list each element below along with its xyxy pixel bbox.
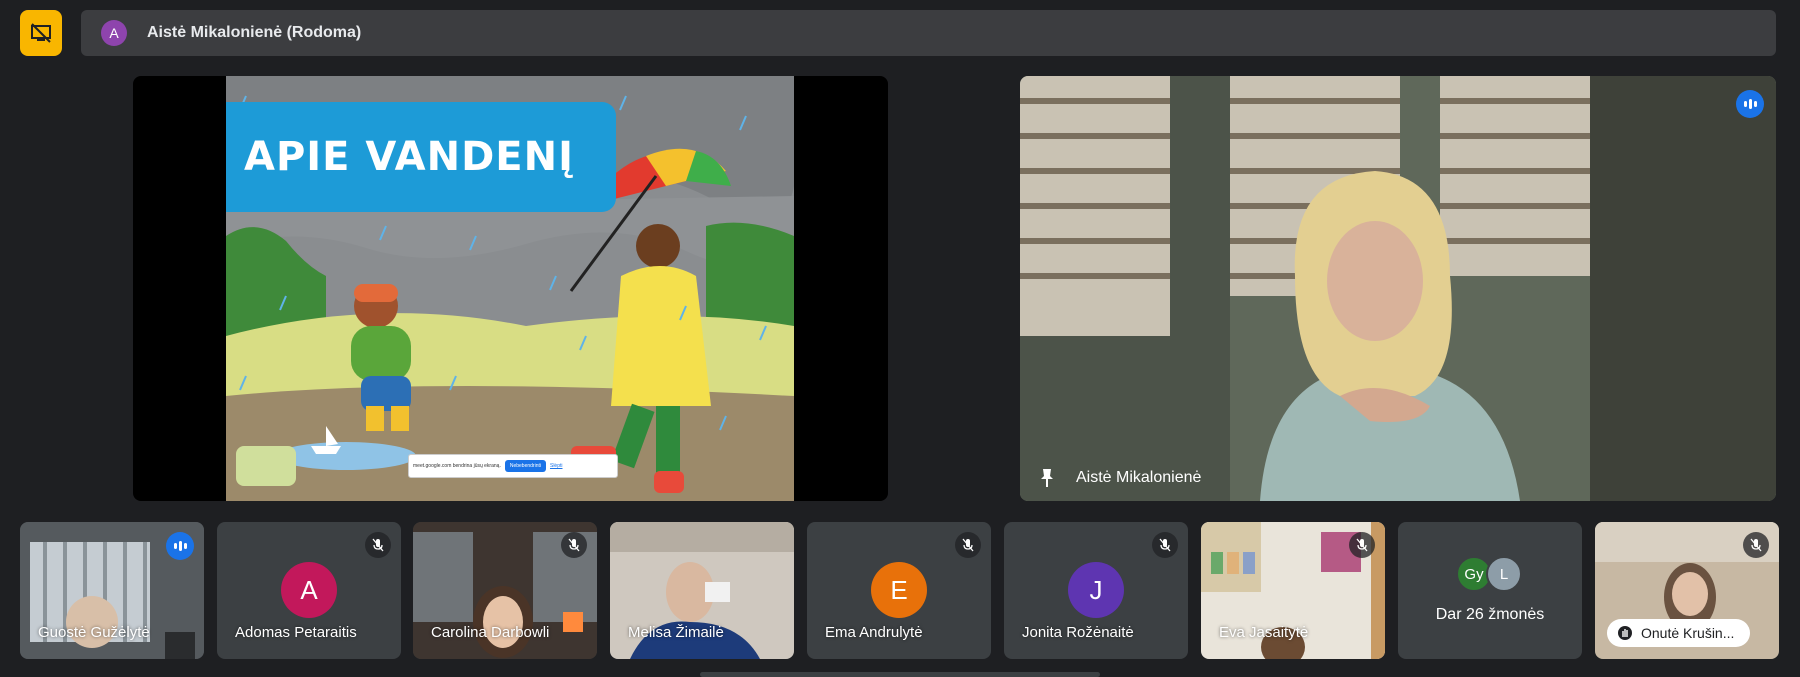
presenter-avatar: A xyxy=(101,20,127,46)
avatar: A xyxy=(281,562,337,618)
hide-link[interactable]: Slėpti xyxy=(550,463,563,469)
present-off-icon xyxy=(31,23,51,43)
participant-tile[interactable]: Guostė Gužėlytė xyxy=(20,522,204,659)
participant-tile[interactable]: E Ema Andrulytė xyxy=(807,522,991,659)
mic-off-icon xyxy=(561,532,587,558)
participants-strip: Guostė Gužėlytė A Adomas Petaraitis Caro… xyxy=(20,522,1780,662)
pin-icon[interactable] xyxy=(1036,467,1058,489)
mic-off-icon xyxy=(365,532,391,558)
participant-tile[interactable]: Eva Jasaitytė xyxy=(1201,522,1385,659)
participant-name: Onutė Krušin... xyxy=(1641,625,1735,641)
avatar: E xyxy=(871,562,927,618)
speaking-indicator-icon xyxy=(166,532,194,560)
participant-name: Carolina Darbowli xyxy=(431,624,550,641)
presentation-tile[interactable]: APIE VANDENĮ meet.google.com bendrina jū… xyxy=(133,76,888,501)
participant-name: Eva Jasaitytė xyxy=(1219,624,1309,641)
participant-name: Ema Andrulytė xyxy=(825,624,923,641)
slide-title: APIE VANDENĮ xyxy=(244,134,574,180)
raised-hand-name-pill: Onutė Krušin... xyxy=(1607,619,1751,647)
participant-name: Guostė Gužėlytė xyxy=(38,624,150,641)
presenter-title: Aistė Mikalonienė (Rodoma) xyxy=(147,24,362,41)
presenter-bar: A Aistė Mikalonienė (Rodoma) xyxy=(81,10,1776,56)
avatar: L xyxy=(1486,556,1522,592)
participant-tile[interactable]: A Adomas Petaraitis xyxy=(217,522,401,659)
participant-name: Melisa Žimailė xyxy=(628,624,724,641)
more-participants-label: Dar 26 žmonės xyxy=(1435,606,1545,623)
screen-share-bar: meet.google.com bendrina jūsų ekraną. Ne… xyxy=(408,454,618,478)
raised-hand-icon xyxy=(1618,626,1632,640)
participant-name: Jonita Rožėnaitė xyxy=(1022,624,1134,641)
mic-off-icon xyxy=(955,532,981,558)
speaker-tile[interactable]: Aistė Mikalonienė xyxy=(1020,76,1776,501)
participant-tile[interactable]: Melisa Žimailė xyxy=(610,522,794,659)
speaker-video xyxy=(1020,76,1776,501)
participant-tile[interactable]: Onutė Krušin... xyxy=(1595,522,1779,659)
stop-sharing-button[interactable]: Nebebendrinti xyxy=(504,460,546,472)
mic-off-icon xyxy=(1152,532,1178,558)
participant-tile[interactable]: J Jonita Rožėnaitė xyxy=(1004,522,1188,659)
more-participants-tile[interactable]: Gy L Dar 26 žmonės xyxy=(1398,522,1582,659)
mic-off-icon xyxy=(1349,532,1375,558)
slide: APIE VANDENĮ meet.google.com bendrina jū… xyxy=(226,76,794,501)
stop-presenting-button[interactable] xyxy=(20,10,62,56)
avatar: J xyxy=(1068,562,1124,618)
participant-tile[interactable]: Carolina Darbowli xyxy=(413,522,597,659)
bottom-bar-handle[interactable] xyxy=(700,672,1100,677)
participant-name: Adomas Petaraitis xyxy=(235,624,357,641)
slide-title-box: APIE VANDENĮ xyxy=(226,102,616,212)
mic-off-icon xyxy=(1743,532,1769,558)
speaker-name: Aistė Mikalonienė xyxy=(1076,469,1202,486)
share-bar-text: meet.google.com bendrina jūsų ekraną. xyxy=(413,463,501,469)
more-avatars: Gy L xyxy=(1456,556,1522,592)
speaking-indicator-icon xyxy=(1736,90,1764,118)
